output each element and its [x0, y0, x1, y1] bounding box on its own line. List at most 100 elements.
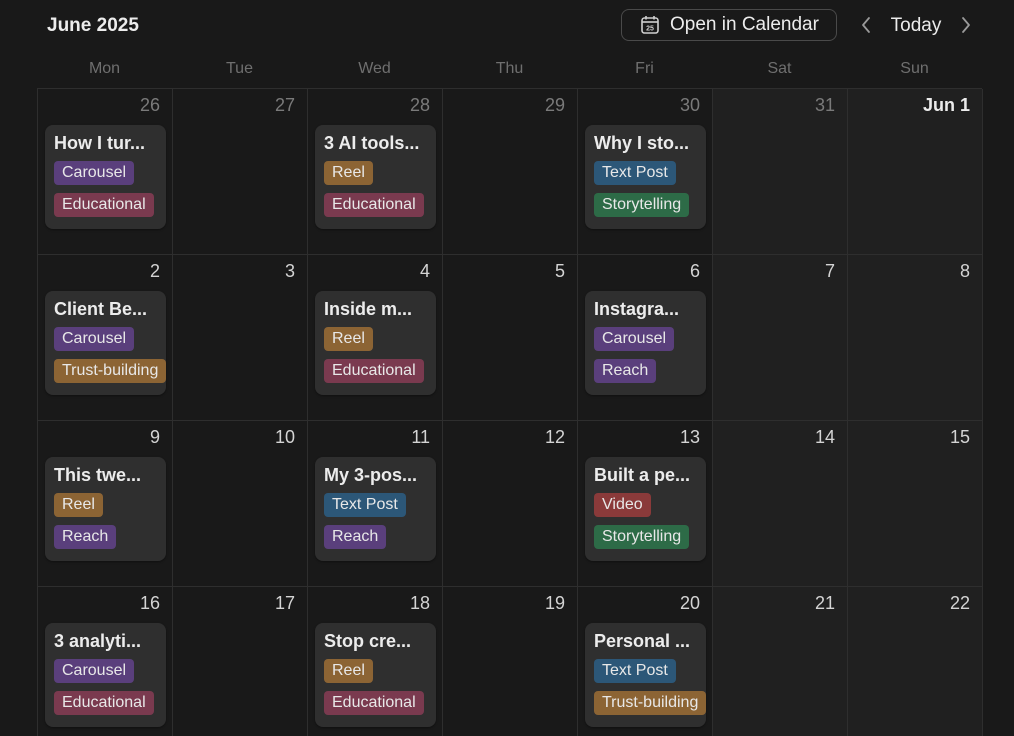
day-number: 2	[149, 261, 160, 281]
tag-reel: Reel	[324, 659, 373, 683]
day-cell[interactable]: 15	[848, 421, 983, 587]
open-in-calendar-button[interactable]: 25 Open in Calendar	[621, 9, 837, 41]
day-number: 4	[419, 261, 430, 281]
post-card[interactable]: My 3-pos... Text Post Reach	[315, 457, 436, 561]
post-card[interactable]: Instagra... Carousel Reach	[585, 291, 706, 395]
day-cell[interactable]: 22	[848, 587, 983, 736]
calendar-grid: 26 How I tur... Carousel Educational 27 2 8 3 A…	[37, 88, 983, 736]
weekday-fri: Fri	[635, 60, 654, 77]
post-title: Stop cre...	[324, 631, 412, 651]
tag-reel: Reel	[54, 493, 103, 517]
day-cell[interactable]: 5	[443, 255, 578, 421]
today-button[interactable]: Today	[884, 14, 948, 38]
post-title: Instagra...	[594, 299, 680, 319]
tag-educational: Educational	[324, 193, 424, 217]
day-number: 26	[139, 95, 160, 115]
post-title: Client Be...	[54, 299, 148, 319]
tag-trust-building: Trust-building	[594, 691, 706, 715]
post-card[interactable]: 3 analyti... Carousel Educational	[45, 623, 166, 727]
day-number: 7	[824, 261, 835, 281]
next-month-button[interactable]	[958, 14, 974, 36]
post-card[interactable]: Stop cre... Reel Educational	[315, 623, 436, 727]
calendar-view: June 2025 25 Open in Calendar Today Mon T…	[0, 0, 1014, 736]
day-number: 5	[554, 261, 565, 281]
tag-educational: Educational	[324, 359, 424, 383]
day-cell[interactable]: 13 Built a pe... Video Storytelling	[578, 421, 713, 587]
day-number: 29	[544, 95, 565, 115]
post-title: 3 analyti...	[54, 631, 142, 651]
tag-reach: Reach	[54, 525, 117, 549]
day-number: 13	[679, 427, 700, 447]
chevron-left-icon	[862, 17, 870, 33]
day-number: 12	[544, 427, 565, 447]
post-card[interactable]: 3 AI tools... Reel Educational	[315, 125, 436, 229]
post-card[interactable]: How I tur... Carousel Educational	[45, 125, 166, 229]
tag-carousel: Carousel	[594, 327, 675, 351]
weekday-mon: Mon	[88, 60, 121, 77]
day-number: 14	[814, 427, 835, 447]
tag-carousel: Carousel	[54, 659, 135, 683]
day-cell[interactable]: 31	[713, 89, 848, 255]
day-cell[interactable]: 19	[443, 587, 578, 736]
post-title: 3 AI tools...	[324, 133, 420, 153]
day-cell[interactable]: 28 3 AI tools... Reel Educational	[308, 89, 443, 255]
tag-educational: Educational	[324, 691, 424, 715]
day-cell[interactable]: 16 3 analyti... Carousel Educational	[38, 587, 173, 736]
day-cell[interactable]: 30 Why I sto... Text Post Storytelling	[578, 89, 713, 255]
day-number: 16	[139, 593, 160, 613]
day-cell[interactable]: 21	[713, 587, 848, 736]
day-cell[interactable]: 17	[173, 587, 308, 736]
tag-text-post: Text Post	[594, 659, 676, 683]
day-number: 22	[949, 593, 970, 613]
weekday-sat: Sat	[767, 60, 792, 77]
tag-trust-building: Trust-building	[54, 359, 166, 383]
day-cell[interactable]: 10	[173, 421, 308, 587]
day-cell[interactable]: 18 Stop cre... Reel Educational	[308, 587, 443, 736]
weekday-wed: Wed	[358, 60, 391, 77]
day-cell[interactable]: 14	[713, 421, 848, 587]
day-cell[interactable]: 12	[443, 421, 578, 587]
day-number: 10	[274, 427, 295, 447]
weekday-thu: Thu	[495, 60, 524, 77]
day-number: 11	[411, 427, 430, 447]
day-cell[interactable]: 6 Instagra... Carousel Reach	[578, 255, 713, 421]
day-cell[interactable]: 2 Client Be... Carousel Trust-building	[38, 255, 173, 421]
day-cell[interactable]: Jun 1	[848, 89, 983, 255]
day-cell[interactable]: 7	[713, 255, 848, 421]
weekday-sun: Sun	[900, 60, 929, 77]
tag-educational: Educational	[54, 691, 154, 715]
day-cell[interactable]: 29	[443, 89, 578, 255]
day-number: 17	[274, 593, 295, 613]
day-cell[interactable]: 20 Personal ... Text Post Trust-building	[578, 587, 713, 736]
tag-text-post: Text Post	[324, 493, 406, 517]
month-title: June 2025	[47, 15, 139, 36]
post-card[interactable]: Why I sto... Text Post Storytelling	[585, 125, 706, 229]
day-cell[interactable]: 11 My 3-pos... Text Post Reach	[308, 421, 443, 587]
previous-month-button[interactable]	[858, 14, 874, 36]
post-title: My 3-pos...	[324, 465, 418, 485]
post-title: Personal ...	[594, 631, 691, 651]
tag-storytelling: Storytelling	[594, 525, 690, 549]
post-card[interactable]: Client Be... Carousel Trust-building	[45, 291, 166, 395]
post-card[interactable]: Inside m... Reel Educational	[315, 291, 436, 395]
tag-reel: Reel	[324, 327, 373, 351]
day-number: 19	[544, 593, 565, 613]
tag-carousel: Carousel	[54, 327, 135, 351]
day-cell[interactable]: 27	[173, 89, 308, 255]
day-number: 27	[274, 95, 295, 115]
day-number: 15	[949, 427, 970, 447]
day-cell[interactable]: 4 Inside m... Reel Educational	[308, 255, 443, 421]
tag-educational: Educational	[54, 193, 154, 217]
tag-reel: Reel	[324, 161, 373, 185]
post-card[interactable]: This twe... Reel Reach	[45, 457, 166, 561]
post-card[interactable]: Built a pe... Video Storytelling	[585, 457, 706, 561]
day-cell[interactable]: 3	[173, 255, 308, 421]
day-cell[interactable]: 26 How I tur... Carousel Educational	[38, 89, 173, 255]
day-number: 3	[284, 261, 295, 281]
post-card[interactable]: Personal ... Text Post Trust-building	[585, 623, 706, 727]
day-number: 9	[149, 427, 160, 447]
day-number: 21	[814, 593, 835, 613]
day-cell[interactable]: 8	[848, 255, 983, 421]
chevron-right-icon	[962, 17, 970, 33]
day-cell[interactable]: 9 This twe... Reel Reach	[38, 421, 173, 587]
